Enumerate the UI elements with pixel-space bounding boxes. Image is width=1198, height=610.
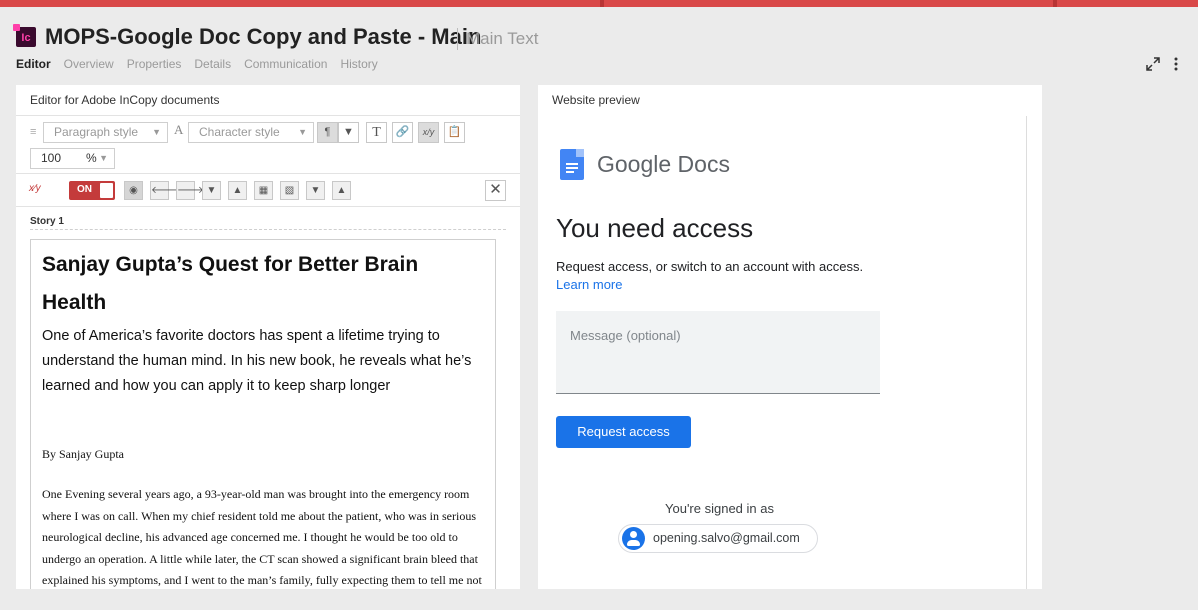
google-docs-logo-icon: [560, 149, 584, 180]
document-byline: By Sanjay Gupta: [42, 447, 124, 461]
tab-communication[interactable]: Communication: [244, 57, 327, 71]
header-actions: [1146, 57, 1178, 74]
tab-properties[interactable]: Properties: [127, 57, 182, 71]
link-button[interactable]: 🔗: [392, 122, 413, 143]
toggle-knob: [100, 183, 113, 198]
paragraph-style-placeholder: Paragraph style: [54, 125, 139, 139]
title-divider: [457, 28, 458, 50]
progress-segment: [600, 0, 604, 7]
chevron-down-icon: ▼: [152, 127, 161, 137]
request-access-button[interactable]: Request access: [556, 416, 691, 448]
access-description: Request access, or switch to an account …: [556, 259, 864, 274]
track-changes-toggle[interactable]: ON: [69, 181, 115, 200]
document-body: One Evening several years ago, a 93-year…: [42, 487, 482, 588]
chevron-down-icon: ▼: [298, 127, 307, 137]
variables-button[interactable]: x/y: [418, 122, 439, 143]
accept-change-button[interactable]: ▲: [228, 181, 247, 200]
avatar-icon: [622, 527, 645, 550]
accept-all-changes-button[interactable]: ▲: [332, 181, 351, 200]
preview-panel: Website preview Google Docs You need acc…: [538, 85, 1042, 589]
tab-editor[interactable]: Editor: [16, 57, 51, 71]
close-icon[interactable]: ✕: [485, 180, 506, 201]
more-options-icon[interactable]: [1174, 57, 1178, 74]
reject-all-changes-button[interactable]: ▼: [306, 181, 325, 200]
reject-change-button[interactable]: ▼: [202, 181, 221, 200]
access-heading: You need access: [556, 213, 754, 243]
page-subtitle: Main Text: [466, 29, 539, 48]
loading-progress-bar: [0, 0, 1198, 7]
previous-change-button[interactable]: 🡐: [150, 181, 178, 200]
story-divider: [30, 229, 506, 230]
character-style-placeholder: Character style: [199, 125, 280, 139]
editor-panel: Editor for Adobe InCopy documents ≡ Para…: [16, 85, 520, 589]
paragraph-style-select[interactable]: Paragraph style ▼: [43, 122, 168, 143]
zoom-unit: %: [86, 151, 97, 165]
document-headline: Sanjay Gupta’s Quest for Better Brain He…: [42, 253, 419, 314]
tab-history[interactable]: History: [340, 57, 377, 71]
expand-icon[interactable]: [1146, 57, 1160, 74]
progress-segment: [1053, 0, 1057, 7]
formatting-toolbar: ≡ Paragraph style ▼ A Character style ▼ …: [16, 116, 520, 174]
account-email: opening.salvo@gmail.com: [653, 531, 800, 545]
track-changes-icon: x⁄y: [29, 183, 41, 194]
page-title: MOPS-Google Doc Copy and Paste - Main: [45, 24, 482, 49]
next-change-button[interactable]: 🡒: [176, 181, 204, 200]
tab-details[interactable]: Details: [194, 57, 231, 71]
account-chip[interactable]: opening.salvo@gmail.com: [618, 524, 818, 553]
story-label: Story 1: [30, 216, 64, 227]
preview-scrollbar[interactable]: [1026, 116, 1027, 589]
tab-bar: Editor Overview Properties Details Commu…: [16, 57, 391, 71]
track-changes-state: ON: [77, 184, 92, 195]
preview-panel-title: Website preview: [552, 93, 640, 107]
tab-overview[interactable]: Overview: [64, 57, 114, 71]
accept-all-button[interactable]: ▦: [254, 181, 273, 200]
message-field[interactable]: Message (optional): [556, 311, 880, 394]
reject-all-button[interactable]: ▧: [280, 181, 299, 200]
zoom-select[interactable]: 100 % ▼: [30, 148, 115, 169]
paragraph-style-icon: ≡: [30, 126, 37, 138]
pilcrow-button[interactable]: ¶: [317, 122, 338, 143]
chevron-down-icon: ▼: [99, 153, 108, 163]
brand-name: Google Docs: [597, 151, 730, 177]
clipboard-button[interactable]: 📋: [444, 122, 465, 143]
progress-fill: [0, 0, 1198, 7]
show-changes-button[interactable]: ◉: [124, 181, 143, 200]
learn-more-link[interactable]: Learn more: [556, 277, 622, 292]
pilcrow-dropdown-button[interactable]: ▼: [338, 122, 359, 143]
incopy-doc-icon: Ic: [13, 24, 36, 47]
character-style-icon: A: [174, 122, 184, 137]
document-content[interactable]: Sanjay Gupta’s Quest for Better Brain He…: [30, 239, 496, 589]
editor-panel-title: Editor for Adobe InCopy documents: [16, 85, 520, 116]
text-format-button[interactable]: T: [366, 122, 387, 143]
character-style-select[interactable]: Character style ▼: [188, 122, 314, 143]
message-placeholder: Message (optional): [570, 328, 681, 343]
signed-in-label: You're signed in as: [665, 501, 774, 516]
zoom-value: 100: [41, 151, 62, 165]
track-changes-toolbar: x⁄y ON ◉ 🡐 🡒 ▼ ▲ ▦ ▧ ▼ ▲: [16, 175, 520, 207]
document-deck: One of America’s favorite doctors has sp…: [42, 328, 472, 394]
